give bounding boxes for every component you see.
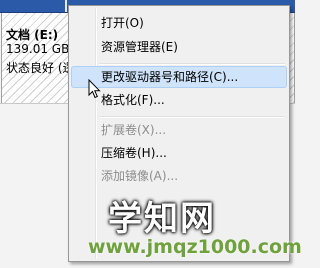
menu-item-shrink-volume[interactable]: 压缩卷(H)... xyxy=(71,142,287,164)
partition-bar-gap xyxy=(65,0,67,12)
mouse-pointer-icon xyxy=(88,79,101,99)
menu-separator xyxy=(99,116,285,118)
menu-item-add-mirror[interactable]: 添加镜像(A)... xyxy=(71,165,287,187)
menu-item-change-drive-letter[interactable]: 更改驱动器号和路径(C)... xyxy=(71,66,287,88)
menu-item-extend-volume[interactable]: 扩展卷(X)... xyxy=(71,119,287,141)
menu-item-explorer[interactable]: 资源管理器(E) xyxy=(71,36,287,58)
menu-item-open[interactable]: 打开(O) xyxy=(71,12,287,34)
menu-item-format[interactable]: 格式化(F)... xyxy=(71,89,287,111)
volume-name: 文档 (E:) xyxy=(6,28,59,42)
watermark-url: www.jmqz1000.com xyxy=(88,236,302,258)
volume-status: 状态良好 (逻 xyxy=(6,61,75,75)
watermark-title: 学知网 xyxy=(108,199,216,239)
menu-separator xyxy=(99,63,285,65)
volume-size: 139.01 GB xyxy=(6,42,70,56)
